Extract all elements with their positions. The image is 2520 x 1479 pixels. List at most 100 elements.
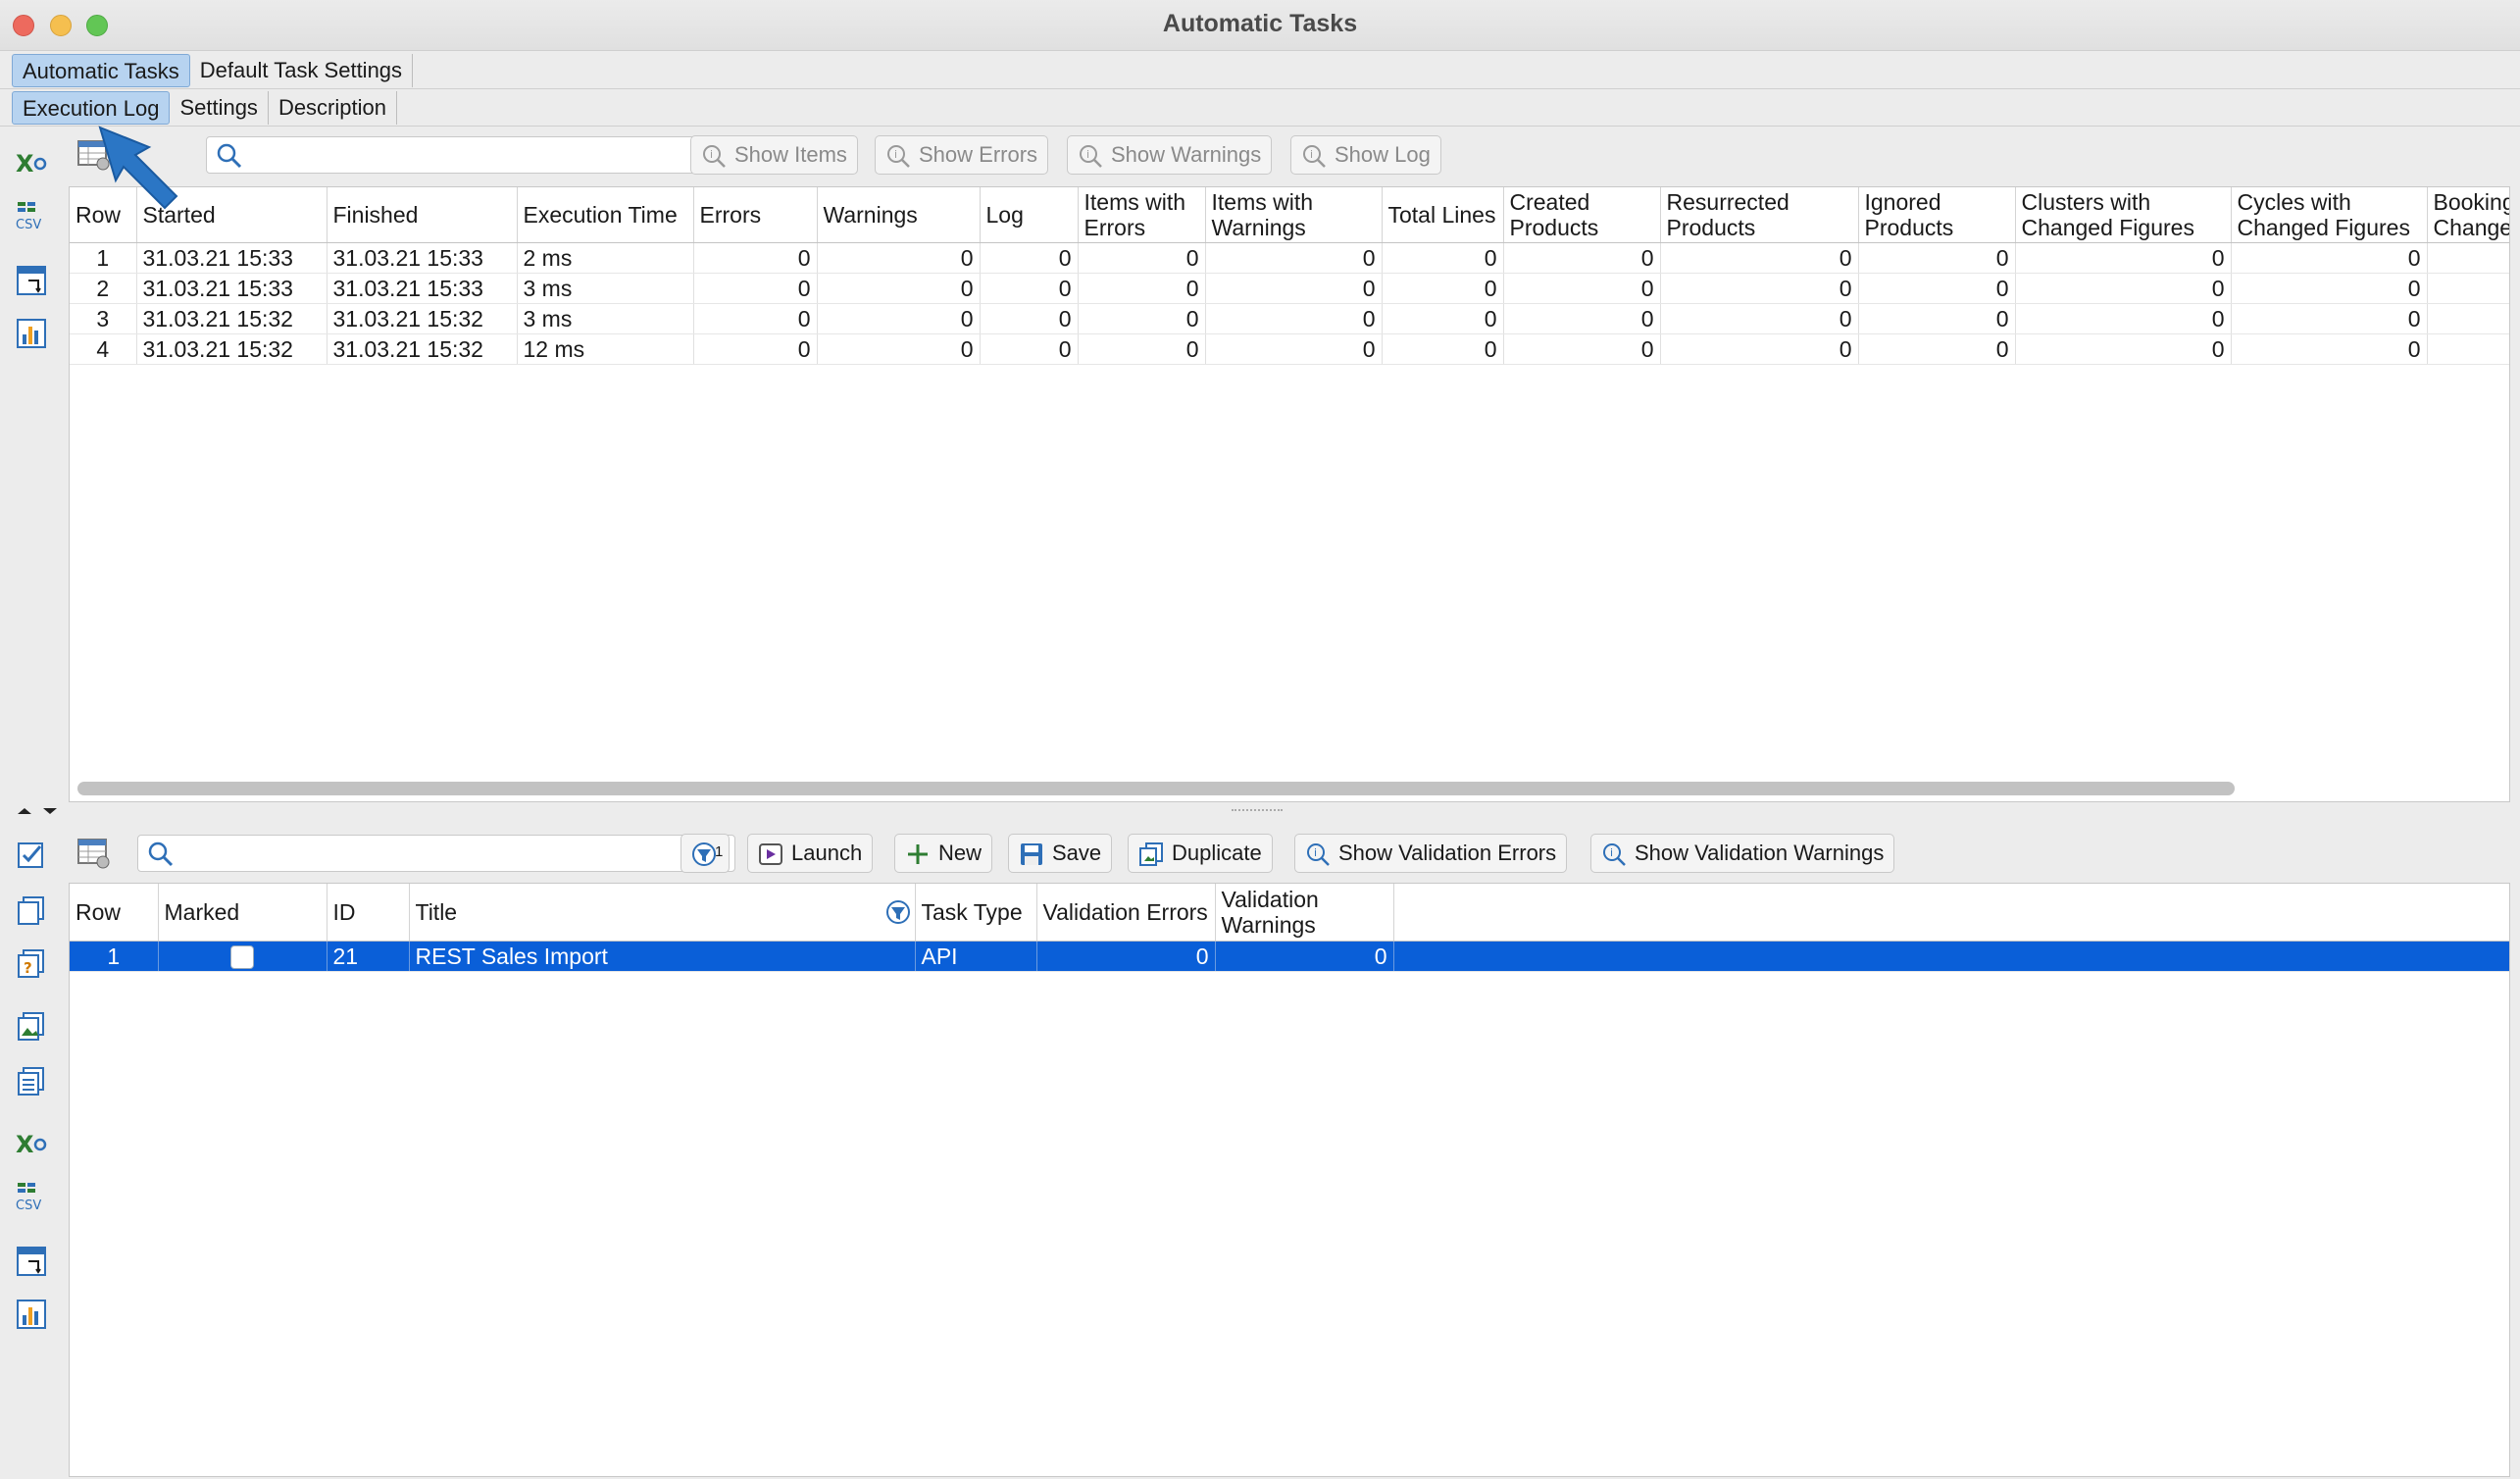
- duplicate-button[interactable]: Duplicate: [1128, 834, 1273, 873]
- bar-chart-icon[interactable]: [14, 1297, 49, 1332]
- filter-count-badge: 1: [715, 843, 724, 860]
- automatic-tasks-table: Row Marked ID Title Task Type Validation…: [70, 884, 2509, 972]
- cell-resurrected-products: 0: [1660, 242, 1859, 274]
- help-document-icon[interactable]: ?: [14, 945, 49, 981]
- column-header-booking-change[interactable]: Booking Change: [2427, 187, 2509, 243]
- show-log-button[interactable]: i Show Log: [1290, 135, 1441, 175]
- cell-clusters-with-changed-figures: 0: [2015, 303, 2232, 334]
- cell-finished: 31.03.21 15:33: [327, 273, 518, 304]
- svg-text:i: i: [894, 148, 897, 161]
- cell-items-with-errors: 0: [1078, 273, 1206, 304]
- pivot-table-icon[interactable]: [14, 1244, 49, 1279]
- svg-text:i: i: [710, 148, 713, 161]
- new-button[interactable]: New: [894, 834, 993, 873]
- column-header-finished[interactable]: Finished: [327, 187, 518, 243]
- log-search-input[interactable]: [206, 136, 726, 174]
- column-header-row[interactable]: Row: [70, 884, 159, 942]
- column-header-empty: [1393, 884, 2509, 942]
- column-header-cycles-with-changed-figures[interactable]: Cycles with Changed Figures: [2231, 187, 2428, 243]
- duplicate-icon: [1138, 842, 1164, 867]
- cell-errors: 0: [693, 303, 818, 334]
- mark-all-icon[interactable]: [14, 838, 49, 873]
- column-header-log[interactable]: Log: [980, 187, 1079, 243]
- cell-row: 1: [70, 242, 137, 274]
- cell-row: 1: [70, 941, 159, 972]
- tab-description[interactable]: Description: [269, 91, 397, 125]
- launch-label: Launch: [791, 841, 863, 865]
- excel-export-icon[interactable]: X: [14, 1126, 49, 1161]
- table-row[interactable]: 2 31.03.21 15:33 31.03.21 15:33 3 ms 0 0 0 0 0 0 0…: [70, 273, 2509, 304]
- cell-booking-change: [2427, 303, 2509, 334]
- collapse-arrows-icon[interactable]: [14, 806, 63, 816]
- new-label: New: [938, 841, 983, 865]
- svg-text:X: X: [16, 150, 34, 178]
- cell-ignored-products: 0: [1858, 273, 2016, 304]
- cell-clusters-with-changed-figures: 0: [2015, 242, 2232, 274]
- inspect-icon: i: [1601, 842, 1627, 867]
- column-header-errors[interactable]: Errors: [693, 187, 818, 243]
- cell-errors: 0: [693, 333, 818, 365]
- panel-splitter[interactable]: [0, 804, 2520, 816]
- show-items-button[interactable]: i Show Items: [690, 135, 858, 175]
- cell-items-with-warnings: 0: [1205, 303, 1383, 334]
- marked-checkbox[interactable]: [230, 945, 254, 970]
- show-errors-button[interactable]: i Show Errors: [875, 135, 1049, 175]
- filter-button[interactable]: 1: [680, 834, 730, 873]
- table-row[interactable]: 3 31.03.21 15:32 31.03.21 15:32 3 ms 0 0 0 0 0 0 0…: [70, 303, 2509, 334]
- task-search-input[interactable]: [137, 835, 735, 872]
- title-header-label: Title: [415, 898, 458, 925]
- column-header-task-type[interactable]: Task Type: [915, 884, 1037, 942]
- table-row[interactable]: 1 31.03.21 15:33 31.03.21 15:33 2 ms 0 0 0 0 0 0 0…: [70, 242, 2509, 274]
- table-settings-icon[interactable]: [76, 836, 112, 871]
- cell-marked[interactable]: [158, 941, 328, 972]
- column-header-items-with-errors[interactable]: Items with Errors: [1078, 187, 1206, 243]
- task-table-header: Row Marked ID Title Task Type Validation…: [70, 884, 2509, 942]
- column-header-validation-errors[interactable]: Validation Errors: [1036, 884, 1216, 942]
- column-header-created-products[interactable]: Created Products: [1503, 187, 1661, 243]
- launch-button[interactable]: Launch: [747, 834, 874, 873]
- column-header-ignored-products[interactable]: Ignored Products: [1858, 187, 2016, 243]
- copy-rows-icon[interactable]: [14, 892, 49, 928]
- tab-execution-log[interactable]: Execution Log: [12, 91, 171, 125]
- column-header-id[interactable]: ID: [327, 884, 410, 942]
- cell-errors: 0: [693, 242, 818, 274]
- inspect-icon: i: [885, 143, 911, 169]
- column-header-marked[interactable]: Marked: [158, 884, 328, 942]
- column-header-title[interactable]: Title: [409, 884, 916, 942]
- tab-automatic-tasks[interactable]: Automatic Tasks: [12, 54, 190, 87]
- show-validation-errors-button[interactable]: i Show Validation Errors: [1294, 834, 1568, 873]
- show-warnings-label: Show Warnings: [1111, 142, 1262, 167]
- splitter-grip[interactable]: [1232, 809, 1283, 811]
- cell-created-products: 0: [1503, 333, 1661, 365]
- column-header-items-with-warnings[interactable]: Items with Warnings: [1205, 187, 1383, 243]
- pivot-table-icon[interactable]: [14, 263, 49, 298]
- csv-export-icon[interactable]: CSV: [14, 1179, 49, 1214]
- inspect-icon: i: [1305, 842, 1331, 867]
- column-header-validation-warnings[interactable]: Validation Warnings: [1215, 884, 1394, 942]
- column-header-resurrected-products[interactable]: Resurrected Products: [1660, 187, 1859, 243]
- launch-icon: [758, 842, 783, 867]
- show-validation-warnings-button[interactable]: i Show Validation Warnings: [1590, 834, 1895, 873]
- image-gallery-icon[interactable]: [14, 1008, 49, 1044]
- task-toolbar: 1 Launch New Save Duplicate i Show Valid…: [69, 830, 2510, 877]
- csv-export-icon[interactable]: CSV: [14, 198, 49, 233]
- bar-chart-icon[interactable]: [14, 316, 49, 351]
- table-row[interactable]: 4 31.03.21 15:32 31.03.21 15:32 12 ms 0 0 0 0 0 0…: [70, 333, 2509, 365]
- excel-export-icon[interactable]: X: [14, 145, 49, 180]
- column-filter-icon[interactable]: [885, 899, 911, 930]
- cell-items-with-warnings: 0: [1205, 242, 1383, 274]
- column-header-execution-time[interactable]: Execution Time: [517, 187, 694, 243]
- tab-default-task-settings[interactable]: Default Task Settings: [190, 54, 414, 87]
- show-warnings-button[interactable]: i Show Warnings: [1067, 135, 1273, 175]
- pointer-arrow-icon: [98, 126, 178, 210]
- tab-settings[interactable]: Settings: [170, 91, 269, 125]
- save-button[interactable]: Save: [1008, 834, 1113, 873]
- list-document-icon[interactable]: [14, 1063, 49, 1098]
- column-header-clusters-with-changed-figures[interactable]: Clusters with Changed Figures: [2015, 187, 2232, 243]
- cell-row: 4: [70, 333, 137, 365]
- table-row[interactable]: 1 21 REST Sales Import API 0 0: [70, 941, 2509, 972]
- task-side-toolbar: ? X CSV: [0, 824, 63, 1471]
- log-horizontal-scrollbar[interactable]: [77, 782, 2235, 795]
- column-header-warnings[interactable]: Warnings: [817, 187, 981, 243]
- column-header-total-lines[interactable]: Total Lines: [1382, 187, 1504, 243]
